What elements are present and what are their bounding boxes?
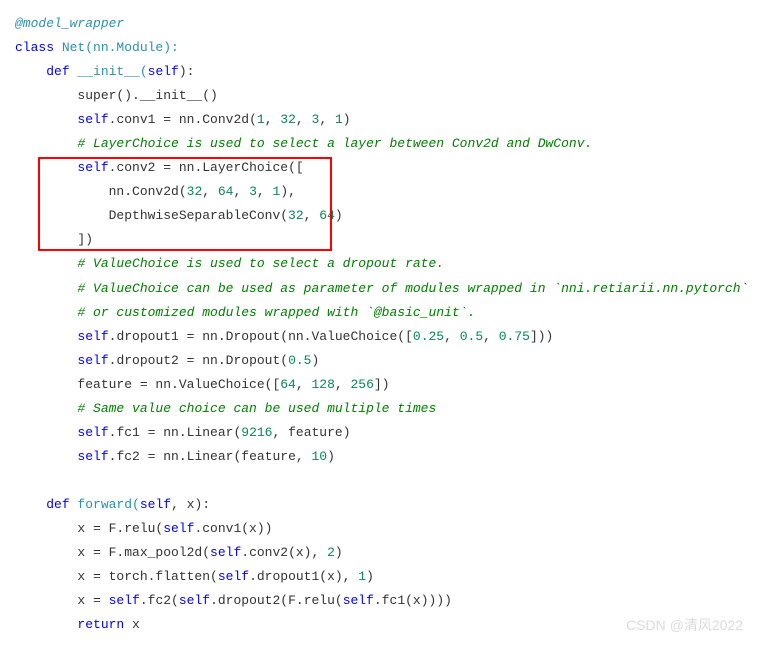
- code-line: ]): [15, 228, 748, 252]
- code-line: self.fc1 = nn.Linear(9216, feature): [15, 421, 748, 445]
- code-line: self.dropout2 = nn.Dropout(0.5): [15, 349, 748, 373]
- code-block: @model_wrapper class Net(nn.Module): def…: [15, 12, 748, 637]
- code-line: # ValueChoice can be used as parameter o…: [15, 277, 748, 301]
- code-line: nn.Conv2d(32, 64, 3, 1),: [15, 180, 748, 204]
- code-line: x = self.fc2(self.dropout2(F.relu(self.f…: [15, 589, 748, 613]
- code-line: # Same value choice can be used multiple…: [15, 397, 748, 421]
- code-line: @model_wrapper: [15, 12, 748, 36]
- code-line: # ValueChoice is used to select a dropou…: [15, 252, 748, 276]
- code-line: super().__init__(): [15, 84, 748, 108]
- code-line: x = torch.flatten(self.dropout1(x), 1): [15, 565, 748, 589]
- code-line: self.dropout1 = nn.Dropout(nn.ValueChoic…: [15, 325, 748, 349]
- code-line: # LayerChoice is used to select a layer …: [15, 132, 748, 156]
- code-line: self.conv1 = nn.Conv2d(1, 32, 3, 1): [15, 108, 748, 132]
- code-line: [15, 469, 748, 493]
- code-line: x = F.max_pool2d(self.conv2(x), 2): [15, 541, 748, 565]
- code-line: DepthwiseSeparableConv(32, 64): [15, 204, 748, 228]
- code-line: class Net(nn.Module):: [15, 36, 748, 60]
- code-line: self.conv2 = nn.LayerChoice([: [15, 156, 748, 180]
- code-line: feature = nn.ValueChoice([64, 128, 256]): [15, 373, 748, 397]
- code-line: x = F.relu(self.conv1(x)): [15, 517, 748, 541]
- code-line: def __init__(self):: [15, 60, 748, 84]
- code-line: def forward(self, x):: [15, 493, 748, 517]
- code-line: self.fc2 = nn.Linear(feature, 10): [15, 445, 748, 469]
- watermark: CSDN @清风2022: [626, 613, 743, 639]
- code-line: # or customized modules wrapped with `@b…: [15, 301, 748, 325]
